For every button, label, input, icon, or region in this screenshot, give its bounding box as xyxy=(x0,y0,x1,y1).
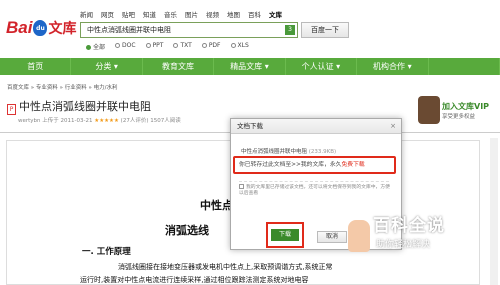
filter-label: PDF xyxy=(208,42,221,49)
close-icon[interactable]: × xyxy=(390,122,396,130)
dialog-file-info: 中性点消弧线圈并联中电阻 (233.9KB) xyxy=(241,147,336,155)
dialog-filename: 中性点消弧线圈并联中电阻 xyxy=(241,149,308,155)
main-nav: 首页 分类 ▾ 教育文库 精品文库 ▾ 个人认证 ▾ 机构合作 ▾ xyxy=(0,58,500,75)
top-nav: 新闻 网页 贴吧 知道 音乐 图片 视频 地图 百科 文库 xyxy=(80,9,282,19)
radio-icon xyxy=(145,43,151,48)
doc-paragraph-line: 运行时,装置对中性点电流进行连续采样,通过相位跟踪法测定系统对地电容 xyxy=(80,276,309,284)
breadcrumb[interactable]: 百度文库 » 专业资料 » 行业资料 » 电力/水利 xyxy=(7,83,117,91)
doc-title-text: 中性点消弧线圈并联中电阻 xyxy=(19,100,151,113)
notice-text: 你已转存过此文档至>>我的文库，永久 xyxy=(239,162,342,168)
nav-category[interactable]: 分类 ▾ xyxy=(71,58,143,75)
topnav-music[interactable]: 音乐 xyxy=(164,9,177,19)
logo-wenku: 文库 xyxy=(48,21,77,37)
topnav-zhidao[interactable]: 知道 xyxy=(143,9,156,19)
topnav-wenku[interactable]: 文库 xyxy=(269,9,282,19)
nav-blank xyxy=(429,58,500,75)
topnav-map[interactable]: 地图 xyxy=(227,9,240,19)
radio-icon xyxy=(230,43,236,48)
vip-title: 加入文库VIP xyxy=(442,102,490,111)
pdf-icon: P xyxy=(7,104,16,115)
dialog-title: 文档下载 xyxy=(231,119,401,134)
doc-meta: wertybn 上传于 2011-03-21 ★★★★★ (27人评价) 150… xyxy=(18,116,181,124)
cancel-button[interactable]: 取消 xyxy=(317,231,347,243)
saved-notice: 你已转存过此文档至>>我的文库，永久免费下载 xyxy=(233,156,396,174)
rating-stars: ★★★★★ xyxy=(94,118,119,124)
logo-bai: Bai xyxy=(6,18,33,37)
divider xyxy=(239,181,389,182)
page-title: P 中性点消弧线圈并联中电阻 xyxy=(7,98,151,115)
radio-icon xyxy=(86,45,91,50)
filter-txt[interactable]: TXT xyxy=(173,42,192,51)
filter-label: PPT xyxy=(152,42,164,49)
download-button-label: 下载 xyxy=(271,229,299,241)
doc-subheading: 消弧选线 xyxy=(165,224,209,237)
uploader-link[interactable]: wertybn xyxy=(18,118,41,124)
watermark-subtitle: 助你轻松解决 xyxy=(376,240,431,250)
search-button[interactable]: 百度一下 xyxy=(301,22,349,38)
view-count: 1507人阅读 xyxy=(150,118,181,124)
mascot-icon xyxy=(418,96,440,124)
save-to-library-checkbox[interactable]: 我的文库里已存储过该文档，还可以将文档保存到我的文库中，方便以后查看 xyxy=(239,184,391,197)
vip-subtitle: 享受更多权益 xyxy=(442,114,476,120)
baidu-wenku-logo[interactable]: Bai du 文库 xyxy=(6,18,76,38)
watermark: 百科全说 助你轻松解决 xyxy=(348,208,498,260)
radio-icon xyxy=(115,43,121,48)
filter-xls[interactable]: XLS xyxy=(230,42,249,51)
rating-count: (27人评价) xyxy=(120,118,149,124)
free-download-link[interactable]: 免费下载 xyxy=(341,162,364,168)
download-button[interactable]: 下载 xyxy=(266,222,304,248)
watermark-title: 百科全说 xyxy=(373,216,445,236)
topnav-images[interactable]: 图片 xyxy=(185,9,198,19)
search-value: 中性点消弧线圈并联中电阻 xyxy=(87,26,171,34)
topnav-news[interactable]: 新闻 xyxy=(80,9,93,19)
doc-section-title: 一. 工作原理 xyxy=(82,247,131,257)
nav-home[interactable]: 首页 xyxy=(0,58,72,75)
topnav-video[interactable]: 视频 xyxy=(206,9,219,19)
file-type-filters: 全部 DOC PPT TXT PDF XLS xyxy=(86,42,249,51)
topnav-tieba[interactable]: 贴吧 xyxy=(122,9,135,19)
filter-ppt[interactable]: PPT xyxy=(145,42,164,51)
filter-label: TXT xyxy=(180,42,192,49)
filter-label: 全部 xyxy=(93,44,106,51)
checkbox-icon[interactable] xyxy=(239,184,244,189)
radio-icon xyxy=(173,43,179,48)
filter-doc[interactable]: DOC xyxy=(115,42,136,51)
radio-icon xyxy=(201,43,207,48)
filter-label: XLS xyxy=(237,42,249,49)
search-count-badge: 3 xyxy=(285,25,295,35)
dialog-filesize: (233.9KB) xyxy=(308,149,337,155)
filter-all[interactable]: 全部 xyxy=(86,42,105,51)
hand-icon xyxy=(348,220,370,252)
doc-paragraph-line: 消弧线圈接在接地变压器或发电机中性点上,采取预调谐方式,系统正常 xyxy=(118,263,333,271)
vip-banner[interactable]: 加入文库VIP 享受更多权益 xyxy=(418,96,498,128)
topnav-baike[interactable]: 百科 xyxy=(248,9,261,19)
topnav-web[interactable]: 网页 xyxy=(101,9,114,19)
nav-certification[interactable]: 个人认证 ▾ xyxy=(286,58,358,75)
nav-education[interactable]: 教育文库 xyxy=(143,58,215,75)
nav-premium[interactable]: 精品文库 ▾ xyxy=(214,58,286,75)
logo-paw-icon: du xyxy=(33,20,48,36)
nav-institution[interactable]: 机构合作 ▾ xyxy=(357,58,429,75)
filter-pdf[interactable]: PDF xyxy=(201,42,221,51)
search-input[interactable]: 中性点消弧线圈并联中电阻 3 xyxy=(80,22,298,38)
upload-date: 上传于 2011-03-21 xyxy=(42,118,93,124)
checkbox-label: 我的文库里已存储过该文档，还可以将文档保存到我的文库中，方便以后查看 xyxy=(239,185,390,196)
filter-label: DOC xyxy=(122,42,136,49)
